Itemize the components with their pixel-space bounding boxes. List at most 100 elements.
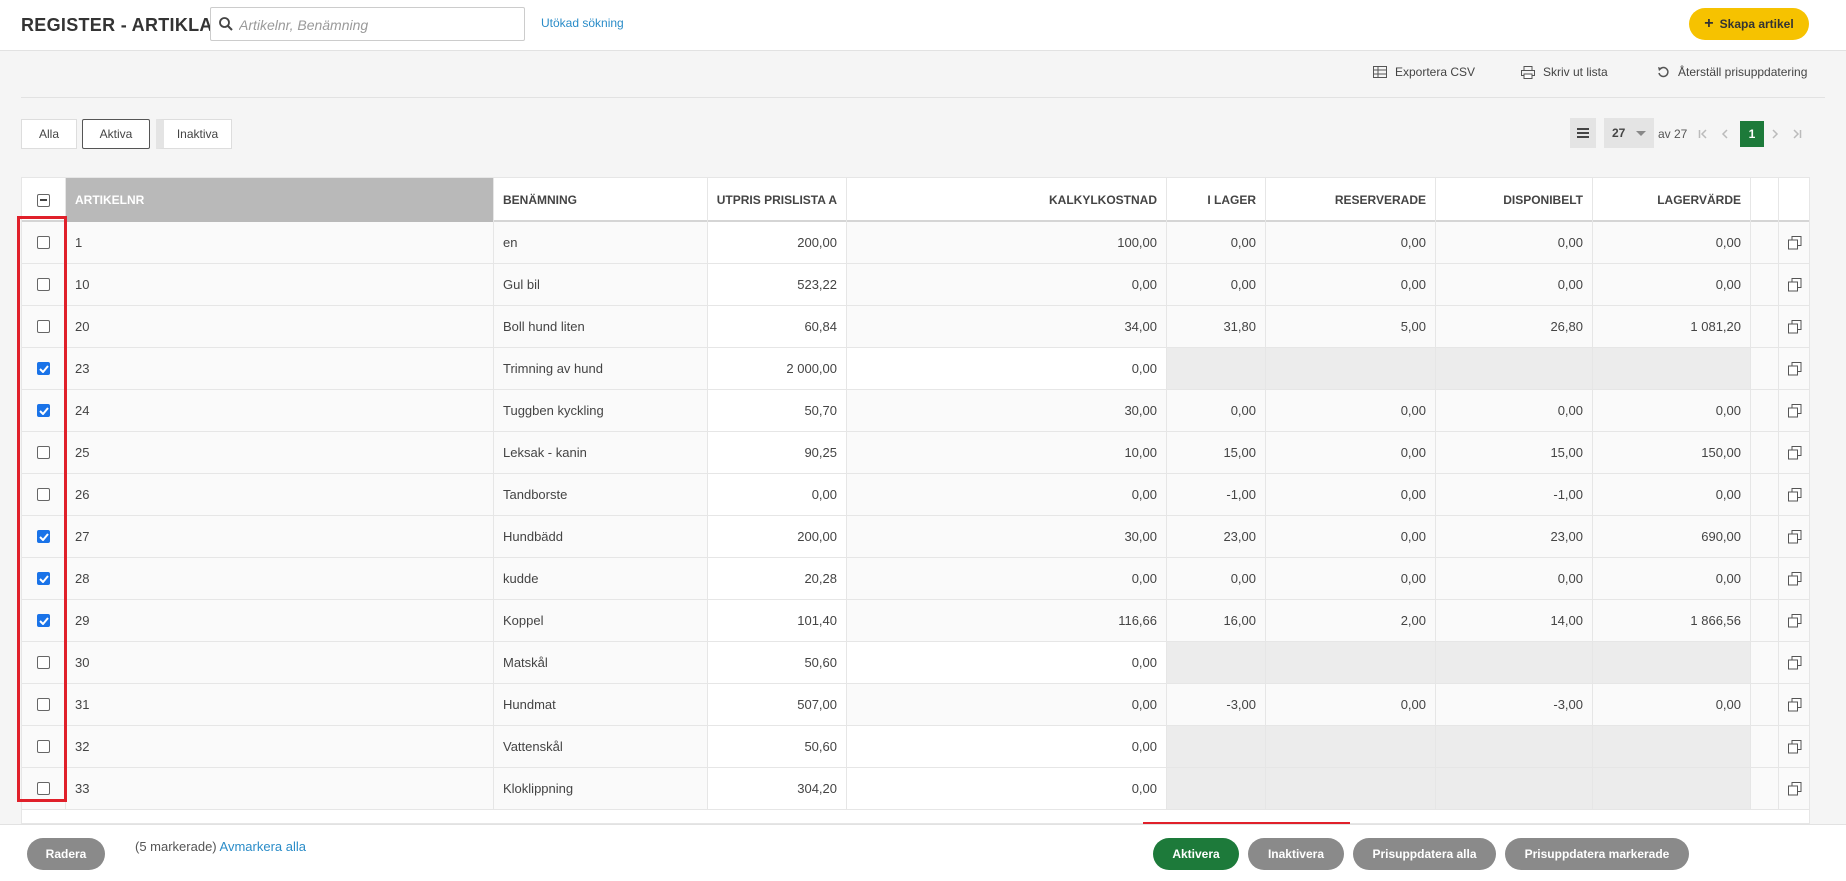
col-header-i-lager[interactable]: I LAGER xyxy=(1167,178,1266,222)
table-row[interactable]: 28 kudde 20,28 0,00 0,00 0,00 0,00 0,00 xyxy=(22,558,1809,600)
cell-utpris[interactable]: 60,84 xyxy=(708,306,847,347)
copy-icon[interactable] xyxy=(1779,516,1809,557)
cell-utpris[interactable]: 0,00 xyxy=(708,474,847,515)
cell-utpris[interactable]: 20,28 xyxy=(708,558,847,599)
copy-icon[interactable] xyxy=(1779,600,1809,641)
row-checkbox[interactable] xyxy=(37,446,50,459)
copy-icon[interactable] xyxy=(1779,768,1809,809)
row-checkbox[interactable] xyxy=(37,572,50,585)
cell-kalkylkostnad: 0,00 xyxy=(847,264,1167,305)
cell-utpris[interactable]: 200,00 xyxy=(708,222,847,263)
deselect-all-link[interactable]: Avmarkera alla xyxy=(220,839,306,854)
filter-all[interactable]: Alla xyxy=(21,119,77,149)
table-row[interactable]: 31 Hundmat 507,00 0,00 -3,00 0,00 -3,00 0,00 xyxy=(22,684,1809,726)
row-checkbox[interactable] xyxy=(37,530,50,543)
table-row[interactable]: 26 Tandborste 0,00 0,00 -1,00 0,00 -1,00 0,00 xyxy=(22,474,1809,516)
table-row[interactable]: 1 en 200,00 100,00 0,00 0,00 0,00 0,00 xyxy=(22,222,1809,264)
row-checkbox[interactable] xyxy=(37,740,50,753)
delete-button[interactable]: Radera xyxy=(27,838,105,870)
create-article-button[interactable]: + Skapa artikel xyxy=(1689,8,1809,40)
row-checkbox[interactable] xyxy=(37,698,50,711)
row-checkbox[interactable] xyxy=(37,320,50,333)
row-checkbox[interactable] xyxy=(37,362,50,375)
cell-utpris[interactable]: 101,40 xyxy=(708,600,847,641)
row-checkbox[interactable] xyxy=(37,488,50,501)
table-row[interactable]: 32 Vattenskål 50,60 0,00 xyxy=(22,726,1809,768)
row-checkbox[interactable] xyxy=(37,656,50,669)
table-row[interactable]: 23 Trimning av hund 2 000,00 0,00 xyxy=(22,348,1809,390)
cell-disponibelt xyxy=(1436,348,1593,389)
select-all-checkbox[interactable] xyxy=(37,193,50,207)
cell-lagervarde: 0,00 xyxy=(1593,474,1751,515)
search-input[interactable] xyxy=(239,15,519,35)
row-checkbox[interactable] xyxy=(37,278,50,291)
col-header-utpris[interactable]: UTPRIS PRISLISTA A xyxy=(708,178,847,222)
copy-icon[interactable] xyxy=(1779,222,1809,263)
row-checkbox[interactable] xyxy=(37,614,50,627)
cell-utpris[interactable]: 200,00 xyxy=(708,516,847,557)
cell-utpris[interactable]: 304,20 xyxy=(708,768,847,809)
page-size-select[interactable]: 27 xyxy=(1604,118,1654,148)
col-header-artikelnr[interactable]: ARTIKELNR xyxy=(66,178,494,222)
table-row[interactable]: 25 Leksak - kanin 90,25 10,00 15,00 0,00 15,00… xyxy=(22,432,1809,474)
first-page-icon[interactable] xyxy=(1696,125,1710,143)
copy-icon[interactable] xyxy=(1779,642,1809,683)
cell-utpris[interactable]: 507,00 xyxy=(708,684,847,725)
col-header-lagervarde[interactable]: LAGERVÄRDE xyxy=(1593,178,1751,222)
cell-benamning: Koppel xyxy=(494,600,708,641)
column-menu-button[interactable] xyxy=(1570,118,1596,148)
cell-utpris[interactable]: 2 000,00 xyxy=(708,348,847,389)
copy-icon[interactable] xyxy=(1779,390,1809,431)
copy-icon[interactable] xyxy=(1779,264,1809,305)
print-list-button[interactable]: Skriv ut lista xyxy=(1521,65,1608,79)
search-field[interactable] xyxy=(210,7,525,41)
cell-utpris[interactable]: 90,25 xyxy=(708,432,847,473)
select-all-cell xyxy=(22,178,66,222)
row-checkbox[interactable] xyxy=(37,782,50,795)
table-row[interactable]: 10 Gul bil 523,22 0,00 0,00 0,00 0,00 0,00 xyxy=(22,264,1809,306)
price-update-all-button[interactable]: Prisuppdatera alla xyxy=(1353,838,1496,870)
row-checkbox[interactable] xyxy=(37,236,50,249)
copy-icon[interactable] xyxy=(1779,726,1809,767)
table-row[interactable]: 30 Matskål 50,60 0,00 xyxy=(22,642,1809,684)
col-header-kalkylkostnad[interactable]: KALKYLKOSTNAD xyxy=(847,178,1167,222)
cell-utpris[interactable]: 50,70 xyxy=(708,390,847,431)
copy-icon[interactable] xyxy=(1779,348,1809,389)
export-csv-button[interactable]: Exportera CSV xyxy=(1373,65,1475,79)
table-row[interactable]: 20 Boll hund liten 60,84 34,00 31,80 5,00 26,8… xyxy=(22,306,1809,348)
copy-icon[interactable] xyxy=(1779,474,1809,515)
table-row[interactable]: 33 Kloklippning 304,20 0,00 xyxy=(22,768,1809,810)
deactivate-button[interactable]: Inaktivera xyxy=(1248,838,1344,870)
table-row[interactable]: 24 Tuggben kyckling 50,70 30,00 0,00 0,00 0,00… xyxy=(22,390,1809,432)
col-header-benamning[interactable]: BENÄMNING xyxy=(494,178,708,222)
chevron-down-icon xyxy=(1636,131,1646,136)
cell-reserverade: 5,00 xyxy=(1266,306,1436,347)
copy-icon[interactable] xyxy=(1779,684,1809,725)
copy-icon[interactable] xyxy=(1779,558,1809,599)
next-page-icon[interactable] xyxy=(1768,125,1782,143)
cell-utpris[interactable]: 523,22 xyxy=(708,264,847,305)
cell-utpris[interactable]: 50,60 xyxy=(708,642,847,683)
reset-price-update-button[interactable]: Återställ prisuppdatering xyxy=(1657,65,1807,79)
row-select-cell xyxy=(22,306,66,347)
cell-benamning: en xyxy=(494,222,708,263)
filter-active[interactable]: Aktiva xyxy=(82,119,150,149)
advanced-search-link[interactable]: Utökad sökning xyxy=(541,16,624,30)
copy-icon[interactable] xyxy=(1779,432,1809,473)
filter-inactive[interactable]: Inaktiva xyxy=(156,119,232,149)
price-update-selected-button[interactable]: Prisuppdatera markerade xyxy=(1505,838,1689,870)
table-row[interactable]: 27 Hundbädd 200,00 30,00 23,00 0,00 23,00 690,0… xyxy=(22,516,1809,558)
copy-icon[interactable] xyxy=(1779,306,1809,347)
col-header-reserverade[interactable]: RESERVERADE xyxy=(1266,178,1436,222)
cell-disponibelt xyxy=(1436,642,1593,683)
last-page-icon[interactable] xyxy=(1790,125,1804,143)
current-page-button[interactable]: 1 xyxy=(1740,121,1764,147)
cell-utpris[interactable]: 50,60 xyxy=(708,726,847,767)
table-row[interactable]: 29 Koppel 101,40 116,66 16,00 2,00 14,00 1 866,… xyxy=(22,600,1809,642)
row-checkbox[interactable] xyxy=(37,404,50,417)
activate-button[interactable]: Aktivera xyxy=(1153,838,1239,870)
col-header-disponibelt[interactable]: DISPONIBELT xyxy=(1436,178,1593,222)
row-spacer xyxy=(1751,516,1779,557)
prev-page-icon[interactable] xyxy=(1718,125,1732,143)
checkmark-icon xyxy=(38,406,49,415)
